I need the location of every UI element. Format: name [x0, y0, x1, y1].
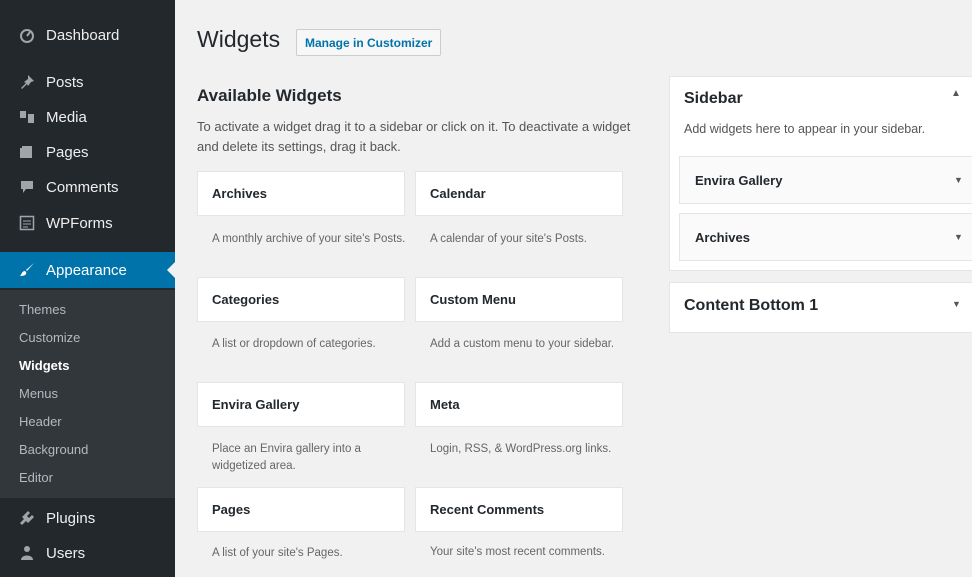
widget-title: Envira Gallery [695, 172, 783, 188]
menu-item-comments[interactable]: Comments [0, 169, 175, 205]
page-title: Widgets [197, 26, 281, 52]
pages-icon [17, 142, 37, 162]
menu-label: Appearance [46, 261, 127, 279]
menu-label: Media [46, 108, 87, 126]
menu-label: Posts [46, 73, 84, 91]
menu-item-users[interactable]: Users [0, 535, 175, 571]
appearance-submenu: Themes Customize Widgets Menus Header Ba… [0, 290, 175, 498]
sidebar-widget-envira-gallery[interactable]: Envira Gallery ▼ [679, 156, 972, 204]
menu-item-dashboard[interactable]: Dashboard [0, 17, 175, 53]
available-widgets-title: Available Widgets [197, 86, 342, 105]
submenu-widgets[interactable]: Widgets [19, 358, 69, 373]
widget-custom-menu[interactable]: Custom Menu [415, 277, 623, 322]
widget-description: Add a custom menu to your sidebar. [430, 338, 615, 350]
widget-calendar[interactable]: Calendar [415, 171, 623, 216]
plugin-icon [17, 508, 37, 528]
expand-arrow-icon[interactable]: ▼ [954, 232, 963, 242]
widget-envira-gallery[interactable]: Envira Gallery [197, 382, 405, 427]
widget-recent-comments[interactable]: Recent Comments [415, 487, 623, 532]
dashboard-icon [17, 25, 37, 45]
sidebar-title: Sidebar [684, 90, 743, 107]
menu-item-posts[interactable]: Posts [0, 64, 175, 100]
menu-item-media[interactable]: Media [0, 99, 175, 135]
menu-label: Users [46, 544, 86, 562]
sidebar-widget-archives[interactable]: Archives ▼ [679, 213, 972, 261]
menu-item-plugins[interactable]: Plugins [0, 500, 175, 536]
widget-archives[interactable]: Archives [197, 171, 405, 216]
widget-description: Place an Envira gallery into a widgetize… [212, 443, 361, 472]
submenu-header[interactable]: Header [19, 414, 62, 429]
menu-label: Comments [46, 178, 119, 196]
widget-description: A list of your site's Pages. [212, 547, 343, 559]
submenu-themes[interactable]: Themes [19, 302, 66, 317]
menu-item-appearance[interactable]: Appearance [0, 252, 175, 288]
sidebar-description: Add widgets here to appear in your sideb… [684, 122, 926, 136]
menu-item-wpforms[interactable]: WPForms [0, 205, 175, 241]
widget-description: A calendar of your site's Posts. [430, 233, 587, 245]
admin-menu: Dashboard Posts Media Pages Comments WPF… [0, 0, 175, 577]
users-icon [17, 543, 37, 563]
content-bottom-title: Content Bottom 1 [684, 297, 819, 314]
collapse-arrow-icon[interactable]: ▲ [951, 88, 961, 99]
menu-label: Dashboard [46, 26, 120, 44]
menu-label: Pages [46, 143, 89, 161]
brush-icon [17, 260, 37, 280]
pin-icon [17, 72, 37, 92]
widget-description: A list or dropdown of categories. [212, 338, 376, 350]
submenu-menus[interactable]: Menus [19, 386, 58, 401]
menu-item-pages[interactable]: Pages [0, 134, 175, 170]
submenu-editor[interactable]: Editor [19, 470, 53, 485]
widget-pages[interactable]: Pages [197, 487, 405, 532]
submenu-background[interactable]: Background [19, 442, 88, 457]
available-widgets-description: To activate a widget drag it to a sideba… [197, 119, 631, 154]
widget-description: A monthly archive of your site's Posts. [212, 233, 406, 245]
expand-arrow-icon[interactable]: ▼ [952, 299, 961, 309]
submenu-customize[interactable]: Customize [19, 330, 80, 345]
widget-meta[interactable]: Meta [415, 382, 623, 427]
form-icon [17, 213, 37, 233]
manage-in-customizer-button[interactable]: Manage in Customizer [296, 29, 442, 56]
comment-icon [17, 177, 37, 197]
menu-label: Plugins [46, 509, 96, 527]
menu-label: WPForms [46, 214, 113, 232]
widget-title: Archives [695, 229, 750, 245]
widget-description: Login, RSS, & WordPress.org links. [430, 443, 612, 455]
media-icon [17, 107, 37, 127]
expand-arrow-icon[interactable]: ▼ [954, 175, 963, 185]
widget-description: Your site's most recent comments. [430, 546, 605, 558]
widget-categories[interactable]: Categories [197, 277, 405, 322]
